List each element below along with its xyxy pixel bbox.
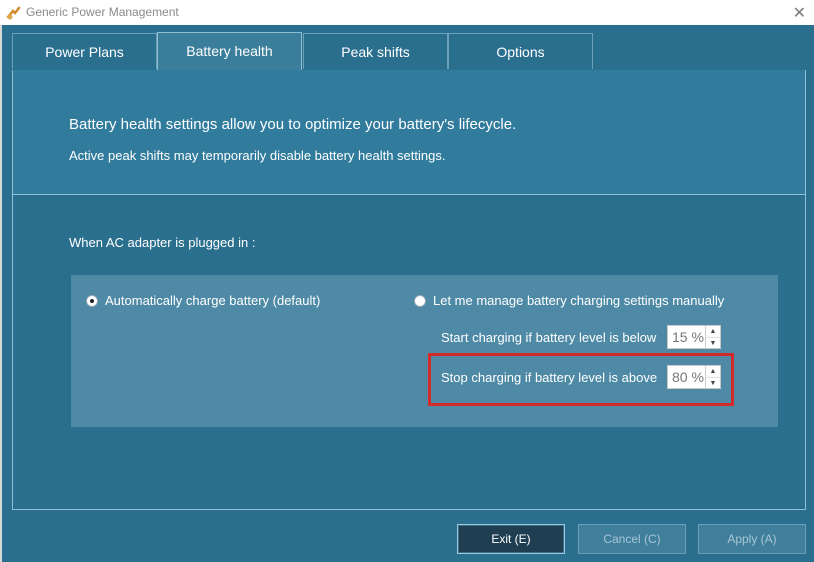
stop-charging-value[interactable]: 80 % <box>672 369 704 385</box>
intro-subtext: Active peak shifts may temporarily disab… <box>69 148 446 163</box>
auto-charge-option[interactable]: Automatically charge battery (default) <box>86 293 320 308</box>
start-charging-value[interactable]: 15 % <box>672 329 704 345</box>
tab-peak-shifts[interactable]: Peak shifts <box>303 33 448 69</box>
tab-options[interactable]: Options <box>448 33 593 69</box>
stop-charging-spinner[interactable]: 80 % ▲ ▼ <box>667 365 721 389</box>
stop-charging-arrows: ▲ ▼ <box>705 366 720 388</box>
apply-button[interactable]: Apply (A) <box>698 524 806 554</box>
manual-charge-radio[interactable] <box>414 294 426 307</box>
cancel-button[interactable]: Cancel (C) <box>578 524 686 554</box>
start-charging-spinner[interactable]: 15 % ▲ ▼ <box>667 325 721 349</box>
start-charging-label: Start charging if battery level is below <box>441 330 657 345</box>
auto-charge-radio[interactable] <box>86 294 98 307</box>
intro-text: Battery health settings allow you to opt… <box>69 116 517 133</box>
chevron-up-icon[interactable]: ▲ <box>706 326 720 337</box>
manual-charge-label: Let me manage battery charging settings … <box>433 293 725 308</box>
exit-button[interactable]: Exit (E) <box>457 524 565 554</box>
auto-charge-label: Automatically charge battery (default) <box>105 293 321 308</box>
tab-battery-health[interactable]: Battery health <box>157 32 302 70</box>
stop-charging-label: Stop charging if battery level is above <box>441 370 658 385</box>
chevron-down-icon[interactable]: ▼ <box>706 377 720 388</box>
chevron-down-icon[interactable]: ▼ <box>706 337 720 348</box>
start-charging-arrows: ▲ ▼ <box>705 326 720 348</box>
app-icon <box>6 6 21 20</box>
window-left-edge <box>0 25 2 562</box>
tab-power-plans[interactable]: Power Plans <box>12 33 157 69</box>
intro-section: Battery health settings allow you to opt… <box>13 70 805 195</box>
title-bar: Generic Power Management ✕ <box>0 0 814 25</box>
window-title: Generic Power Management <box>26 5 179 19</box>
ac-adapter-label: When AC adapter is plugged in : <box>69 235 256 250</box>
battery-health-panel: Battery health settings allow you to opt… <box>12 70 806 510</box>
charging-options-box: Automatically charge battery (default) L… <box>71 275 778 427</box>
close-icon[interactable]: ✕ <box>793 3 806 23</box>
chevron-up-icon[interactable]: ▲ <box>706 366 720 377</box>
manual-charge-option[interactable]: Let me manage battery charging settings … <box>414 293 724 308</box>
